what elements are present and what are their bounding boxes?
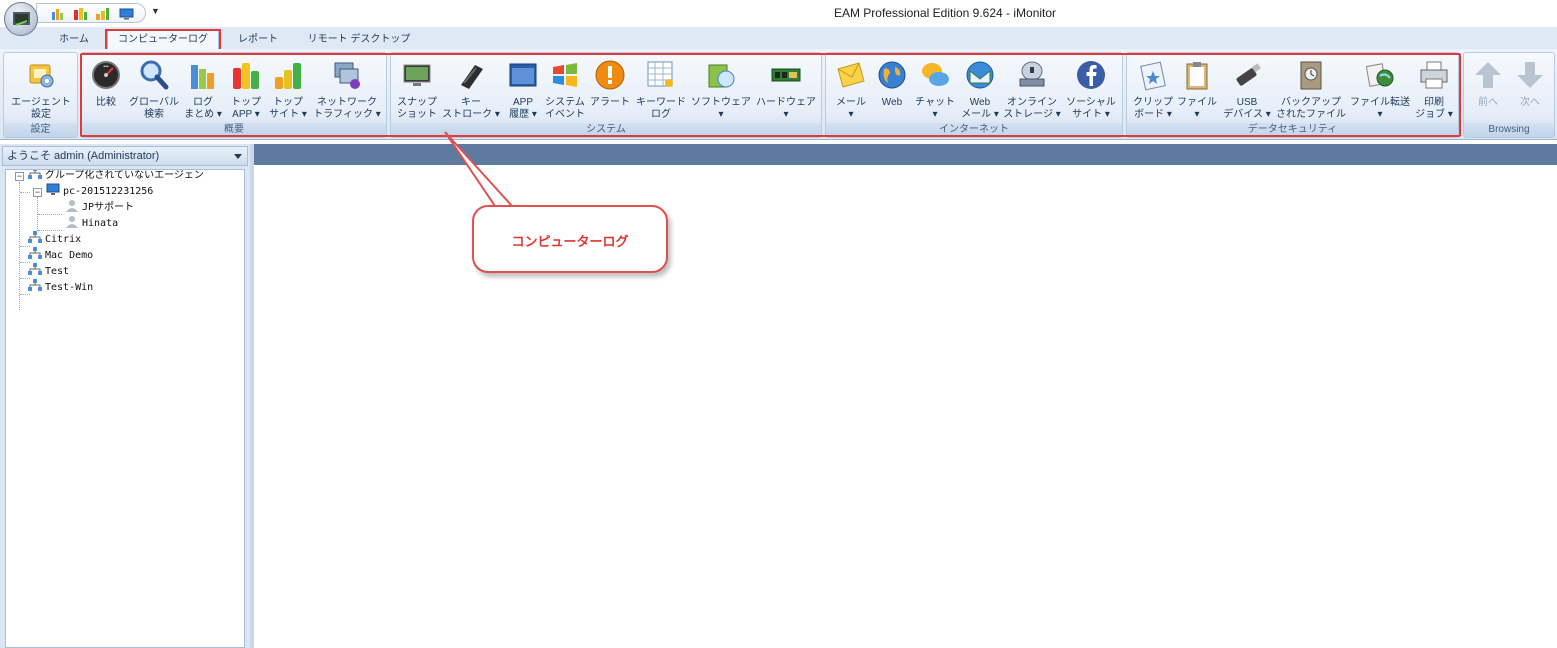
callout-box: コンピューターログ: [472, 205, 668, 273]
welcome-header[interactable]: ようこそ admin (Administrator): [2, 146, 248, 166]
group-settings: エージェント 設定 設定: [3, 52, 78, 138]
title-bar: ▼ EAM Professional Edition 9.624 - iMoni…: [0, 0, 1557, 36]
collapse-toggle[interactable]: −: [15, 172, 24, 181]
tree-line: [20, 192, 30, 193]
tree-node-user[interactable]: Hinata: [65, 215, 118, 231]
tree-node-group[interactable]: Test: [28, 263, 69, 279]
tab-highlight-box: [105, 29, 221, 51]
user-icon: [66, 200, 78, 212]
window-title: EAM Professional Edition 9.624 - iMonito…: [833, 6, 1057, 20]
ribbon-tabs: ホーム コンピューターログ レポート リモート デスクトップ: [0, 27, 1557, 49]
group-network-icon: [28, 263, 42, 275]
tab-home[interactable]: ホーム: [50, 31, 98, 49]
group-label-browsing: Browsing: [1464, 123, 1554, 137]
user-icon: [66, 216, 78, 228]
app-logo-icon: [13, 12, 30, 25]
tree-node-user[interactable]: JPサポート: [65, 199, 134, 215]
agent-tree-pane: ようこそ admin (Administrator) − − グループ化されてい…: [0, 144, 250, 648]
app-menu-button[interactable]: [4, 2, 38, 36]
main-content-area: [254, 165, 1557, 648]
callout-text: コンピューターログ: [511, 234, 629, 249]
next-label: 次へ: [1520, 97, 1540, 108]
arrow-down-icon: [1517, 62, 1543, 88]
welcome-text: ようこそ admin (Administrator): [7, 150, 160, 162]
collapse-toggle[interactable]: −: [33, 188, 42, 197]
previous-label: 前へ: [1478, 97, 1498, 108]
group-network-icon: [28, 279, 42, 291]
next-button[interactable]: 次へ: [1508, 59, 1552, 125]
tree-node-label: グループ化されていないエージェン: [45, 170, 204, 181]
header-dropdown-icon[interactable]: [234, 154, 242, 159]
tree-node-label: Test-Win: [45, 282, 94, 293]
previous-button[interactable]: 前へ: [1466, 59, 1510, 125]
tree-node-label: pc-201512231256: [63, 186, 154, 197]
agent-tree: − − グループ化されていないエージェン pc-201512231256 JPサ…: [5, 169, 245, 648]
tree-node-label: Citrix: [45, 234, 82, 245]
tree-node-label: Hinata: [82, 218, 119, 229]
agent-settings-icon: [29, 64, 54, 88]
ribbon-highlight-box: [80, 53, 1461, 137]
tree-node-label: Test: [45, 266, 70, 277]
tree-node-group[interactable]: Citrix: [28, 231, 81, 247]
callout-pointer: [444, 131, 515, 207]
tree-node-ungrouped[interactable]: グループ化されていないエージェン: [28, 170, 204, 183]
agent-settings-label-2: 設定: [31, 109, 51, 120]
tree-node-group[interactable]: Test-Win: [28, 279, 93, 295]
tree-line: [38, 214, 62, 215]
computer-icon: [46, 183, 60, 195]
tree-node-label: Mac Demo: [45, 250, 94, 261]
group-network-icon: [28, 247, 42, 259]
tree-node-group[interactable]: Mac Demo: [28, 247, 93, 263]
group-network-icon: [28, 170, 42, 179]
agent-settings-button[interactable]: エージェント 設定: [6, 59, 76, 125]
tree-node-computer[interactable]: pc-201512231256: [46, 183, 153, 199]
group-network-icon: [28, 231, 42, 243]
group-browsing: 前へ 次へ Browsing: [1463, 52, 1555, 138]
agent-settings-label-1: エージェント: [11, 97, 71, 108]
tab-remote-desktop[interactable]: リモート デスクトップ: [298, 31, 420, 49]
arrow-up-icon: [1475, 62, 1501, 88]
tree-node-label: JPサポート: [82, 202, 135, 213]
tab-report[interactable]: レポート: [228, 31, 288, 49]
group-label-settings: 設定: [4, 123, 77, 137]
